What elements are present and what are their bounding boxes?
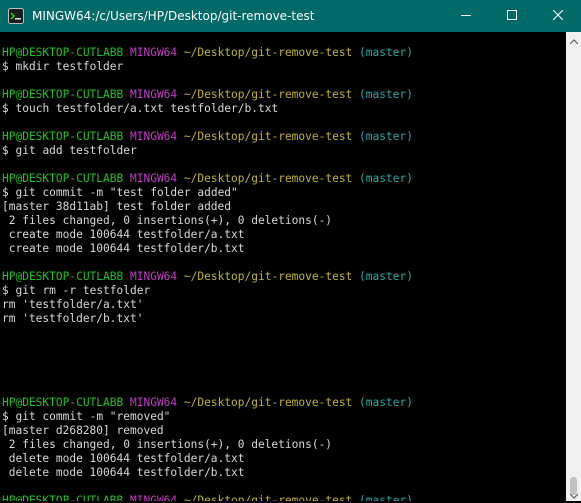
prompt-system: MINGW64 [130, 396, 178, 409]
prompt-branch: (master) [359, 130, 413, 143]
prompt-branch: (master) [359, 172, 413, 185]
mingw-terminal-icon [8, 8, 24, 24]
prompt-path: ~/Desktop/git-remove-test [183, 46, 353, 59]
vertical-scrollbar[interactable] [566, 32, 581, 501]
window-title: MINGW64:/c/Users/HP/Desktop/git-remove-t… [32, 9, 315, 23]
prompt-system: MINGW64 [130, 130, 178, 143]
prompt-path: ~/Desktop/git-remove-test [183, 396, 353, 409]
close-icon [552, 9, 564, 23]
prompt-path: ~/Desktop/git-remove-test [183, 130, 353, 143]
prompt-symbol: $ [2, 186, 9, 199]
output-line: create mode 100644 testfolder/a.txt [2, 228, 245, 241]
command-line: $ git add testfolder [0, 144, 566, 158]
maximize-icon [507, 9, 517, 23]
minimize-button[interactable] [443, 0, 489, 32]
prompt-path: ~/Desktop/git-remove-test [183, 270, 353, 283]
output-line: rm 'testfolder/a.txt' [2, 298, 144, 311]
prompt-system: MINGW64 [130, 494, 178, 501]
prompt-user-host: HP@DESKTOP-CUTLABB [2, 270, 124, 283]
prompt-line: HP@DESKTOP-CUTLABB MINGW64 ~/Desktop/git… [0, 494, 566, 501]
prompt-user-host: HP@DESKTOP-CUTLABB [2, 46, 124, 59]
prompt-line: HP@DESKTOP-CUTLABB MINGW64 ~/Desktop/git… [0, 396, 566, 410]
command-text: git add testfolder [15, 144, 137, 157]
prompt-user-host: HP@DESKTOP-CUTLABB [2, 130, 124, 143]
prompt-symbol: $ [2, 144, 9, 157]
output-line: [master d268280] removed [2, 424, 164, 437]
prompt-branch: (master) [359, 88, 413, 101]
prompt-line: HP@DESKTOP-CUTLABB MINGW64 ~/Desktop/git… [0, 130, 566, 144]
close-button[interactable] [535, 0, 581, 32]
command-line: $ git commit -m "test folder added" [0, 186, 566, 200]
terminal-output[interactable]: HP@DESKTOP-CUTLABB MINGW64 ~/Desktop/git… [0, 32, 566, 501]
prompt-branch: (master) [359, 494, 413, 501]
prompt-symbol: $ [2, 410, 9, 423]
prompt-user-host: HP@DESKTOP-CUTLABB [2, 172, 124, 185]
output-line: create mode 100644 testfolder/b.txt [2, 242, 245, 255]
command-line: $ touch testfolder/a.txt testfolder/b.tx… [0, 102, 566, 116]
command-line: $ git rm -r testfolder [0, 284, 566, 298]
scroll-down-button[interactable] [566, 486, 581, 501]
prompt-path: ~/Desktop/git-remove-test [183, 172, 353, 185]
prompt-path: ~/Desktop/git-remove-test [183, 88, 353, 101]
prompt-symbol: $ [2, 284, 9, 297]
output-line: delete mode 100644 testfolder/b.txt [2, 466, 245, 479]
command-line: $ git commit -m "removed" [0, 410, 566, 424]
command-text: git commit -m "removed" [15, 410, 171, 423]
prompt-branch: (master) [359, 46, 413, 59]
prompt-branch: (master) [359, 396, 413, 409]
output-line: rm 'testfolder/b.txt' [2, 312, 144, 325]
prompt-system: MINGW64 [130, 172, 178, 185]
command-text: git commit -m "test folder added" [15, 186, 238, 199]
prompt-line: HP@DESKTOP-CUTLABB MINGW64 ~/Desktop/git… [0, 172, 566, 186]
output-line: delete mode 100644 testfolder/a.txt [2, 452, 245, 465]
command-text: mkdir testfolder [15, 60, 124, 73]
prompt-symbol: $ [2, 102, 9, 115]
prompt-symbol: $ [2, 60, 9, 73]
prompt-system: MINGW64 [130, 46, 178, 59]
minimize-icon [461, 9, 471, 23]
output-line: 2 files changed, 0 insertions(+), 0 dele… [2, 214, 333, 227]
prompt-line: HP@DESKTOP-CUTLABB MINGW64 ~/Desktop/git… [0, 88, 566, 102]
output-line: 2 files changed, 0 insertions(+), 0 dele… [2, 438, 333, 451]
chevron-up-icon [569, 30, 578, 49]
prompt-system: MINGW64 [130, 88, 178, 101]
command-text: touch testfolder/a.txt testfolder/b.txt [15, 102, 279, 115]
command-line: $ mkdir testfolder [0, 60, 566, 74]
prompt-user-host: HP@DESKTOP-CUTLABB [2, 396, 124, 409]
prompt-line: HP@DESKTOP-CUTLABB MINGW64 ~/Desktop/git… [0, 270, 566, 284]
prompt-system: MINGW64 [130, 270, 178, 283]
output-line: [master 38d11ab] test folder added [2, 200, 232, 213]
prompt-path: ~/Desktop/git-remove-test [183, 494, 353, 501]
prompt-user-host: HP@DESKTOP-CUTLABB [2, 494, 124, 501]
scroll-up-button[interactable] [566, 32, 581, 47]
prompt-branch: (master) [359, 270, 413, 283]
prompt-line: HP@DESKTOP-CUTLABB MINGW64 ~/Desktop/git… [0, 46, 566, 60]
chevron-down-icon [569, 484, 578, 503]
prompt-user-host: HP@DESKTOP-CUTLABB [2, 88, 124, 101]
maximize-button[interactable] [489, 0, 535, 32]
command-text: git rm -r testfolder [15, 284, 151, 297]
window-titlebar[interactable]: MINGW64:/c/Users/HP/Desktop/git-remove-t… [0, 0, 581, 32]
